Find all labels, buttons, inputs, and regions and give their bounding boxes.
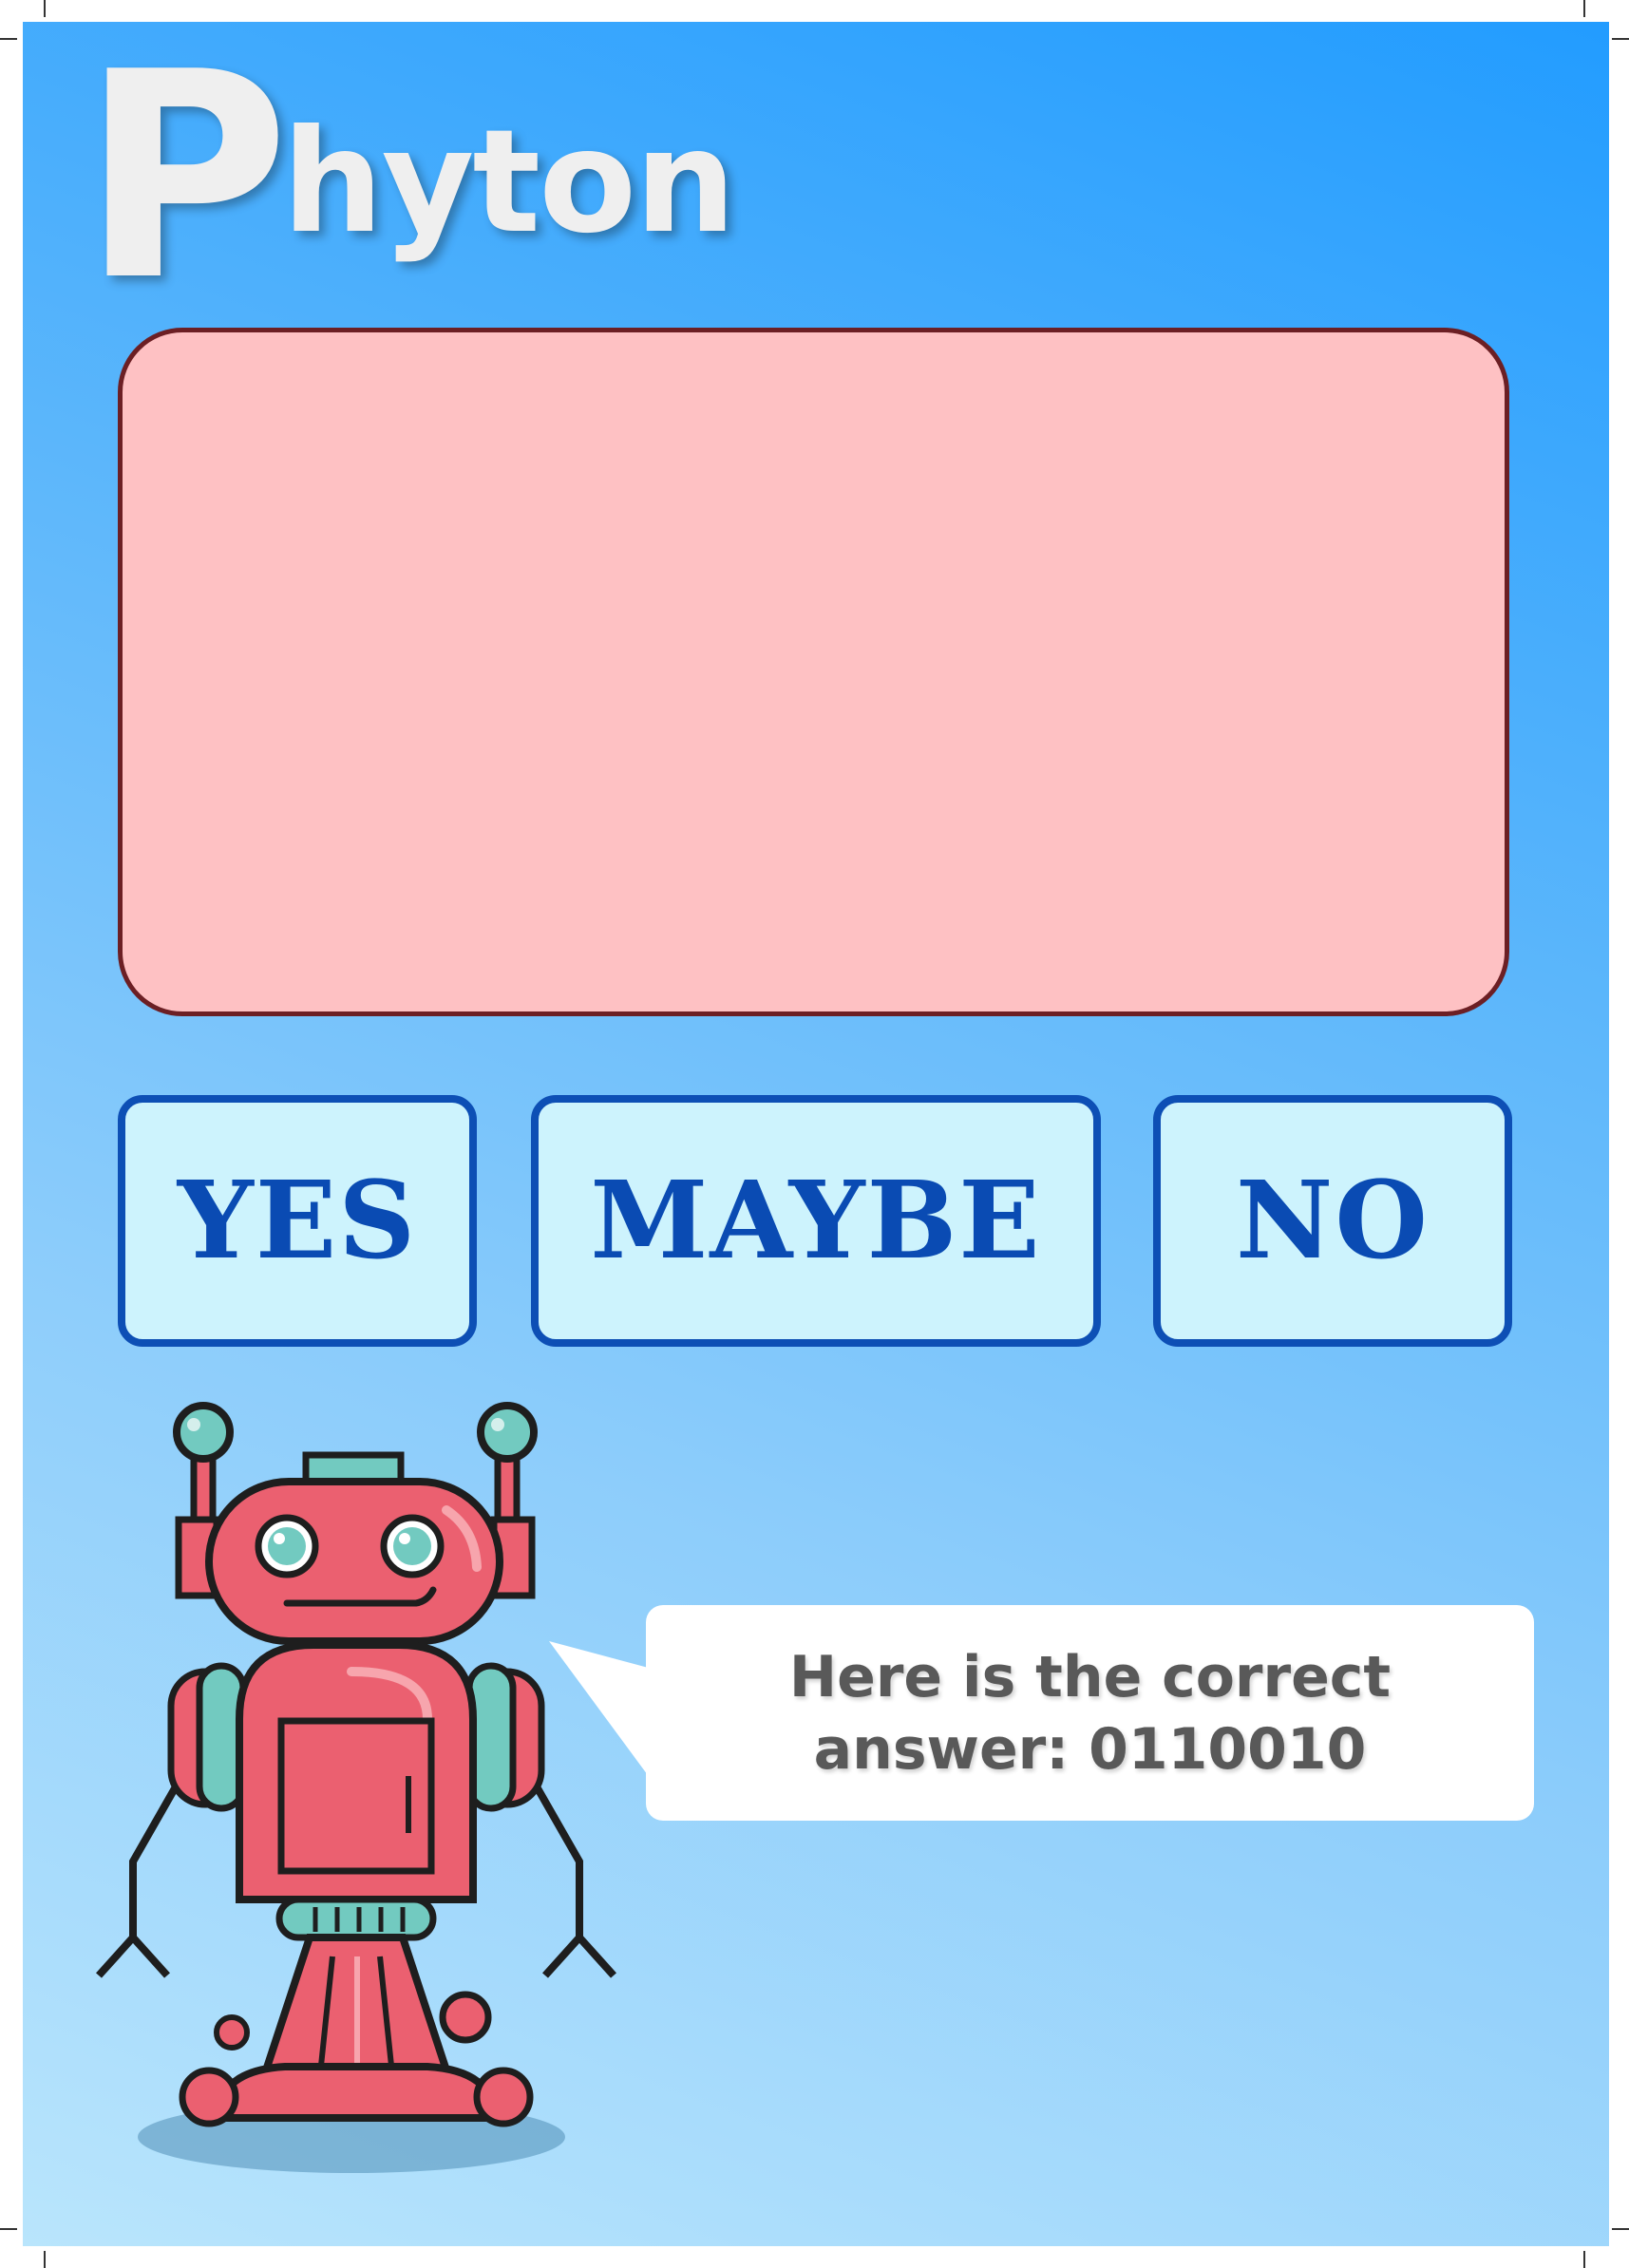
crop-mark	[1612, 38, 1629, 40]
robot-icon	[96, 1402, 616, 2173]
crop-mark	[44, 0, 46, 17]
crop-mark	[1612, 2228, 1629, 2230]
crop-mark	[0, 2228, 17, 2230]
maybe-button[interactable]: MAYBE	[531, 1095, 1101, 1347]
yes-button[interactable]: YES	[118, 1095, 477, 1347]
no-button[interactable]: NO	[1153, 1095, 1512, 1347]
title-rest: hyton	[281, 100, 736, 265]
game-title: P hyton	[81, 35, 841, 337]
question-box	[118, 328, 1509, 1016]
crop-mark	[1583, 0, 1585, 17]
speech-bubble-text: Here is the correct answer: 0110010	[789, 1641, 1391, 1786]
crop-mark	[1583, 2251, 1585, 2268]
crop-mark	[44, 2251, 46, 2268]
crop-mark	[0, 38, 17, 40]
page: P hyton YES MAYBE NO Here is the correct…	[0, 0, 1629, 2268]
speech-bubble: Here is the correct answer: 0110010	[646, 1605, 1534, 1821]
speech-bubble-line-1: Here is the correct	[788, 1643, 1392, 1710]
title-first-letter: P	[81, 11, 290, 343]
speech-bubble-line-2: answer: 0110010	[813, 1715, 1367, 1783]
